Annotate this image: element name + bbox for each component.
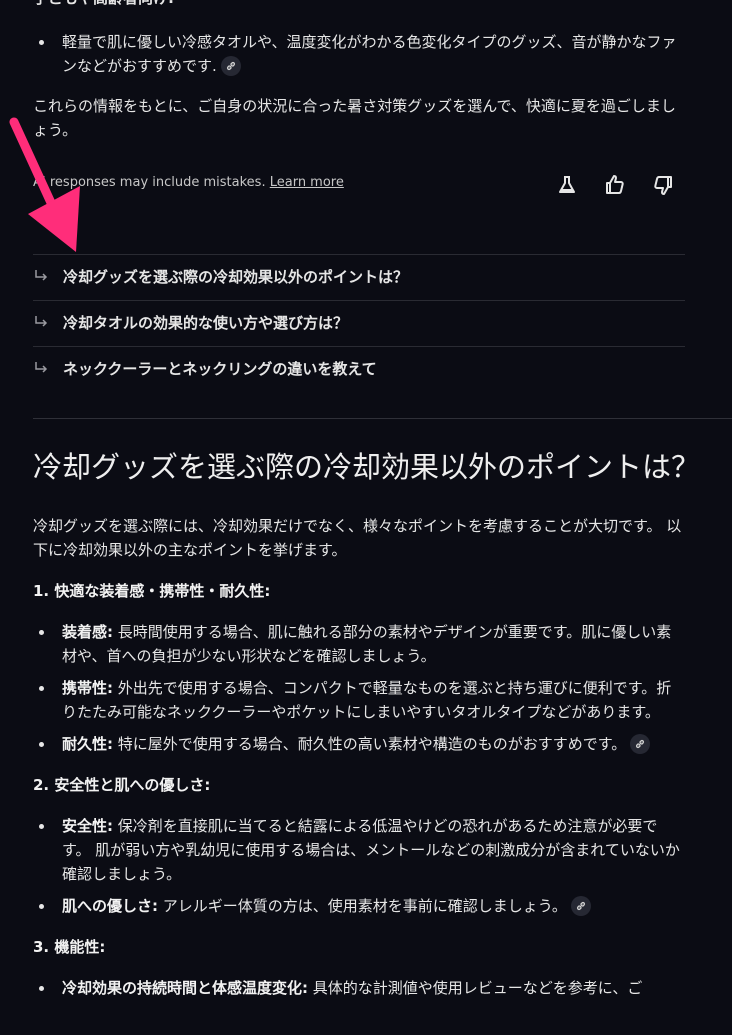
list-item: 安全性: 保冷剤を直接肌に当てると結露による低温やけどの恐れがあるため注意が必要… — [33, 814, 685, 886]
list-item: 携帯性: 外出先で使用する場合、コンパクトで軽量なものを選ぶと持ち運びに便利です… — [33, 676, 685, 724]
thumbs-up-icon[interactable] — [603, 173, 627, 197]
answer-intro: 冷却グッズを選ぶ際には、冷却効果だけでなく、様々なポイントを考慮することが大切で… — [33, 517, 682, 559]
list-item: 肌への優しさ: アレルギー体質の方は、使用素材を事前に確認しましょう。 — [33, 894, 685, 918]
list-item: 耐久性: 特に屋外で使用する場合、耐久性の高い素材や構造のものがおすすめです。 — [33, 732, 685, 756]
partial-heading: 子どもや高齢者向け: — [33, 0, 174, 10]
flask-icon[interactable] — [555, 173, 579, 197]
section-heading: 1. 快適な装着感・携帯性・耐久性: — [33, 582, 271, 600]
list-item: 冷却効果の持続時間と体感温度変化: 具体的な計測値や使用レビューなどを参考に、ご — [33, 976, 685, 1000]
section-heading: 3. 機能性: — [33, 938, 106, 956]
related-question-label: 冷却グッズを選ぶ際の冷却効果以外のポイントは？ — [63, 268, 409, 286]
reply-arrow-icon — [35, 270, 48, 281]
divider — [33, 418, 732, 419]
section-heading: 2. 安全性と肌への優しさ: — [33, 776, 211, 794]
related-question-label: ネッククーラーとネックリングの違いを教えて — [63, 360, 377, 378]
link-icon[interactable] — [630, 733, 651, 754]
answer-body: 冷却グッズを選ぶ際には、冷却効果だけでなく、様々なポイントを考慮することが大切で… — [33, 514, 685, 1000]
reply-arrow-icon — [35, 362, 48, 373]
related-question[interactable]: 冷却タオルの効果的な使い方や選び方は？ — [33, 300, 685, 346]
summary-text: これらの情報をもとに、ご自身の状況に合った暑さ対策グッズを選んで、快適に夏を過ご… — [33, 97, 676, 139]
link-icon[interactable] — [220, 55, 241, 76]
answer-title: 冷却グッズを選ぶ際の冷却効果以外のポイントは？ — [33, 450, 701, 484]
thumbs-down-icon[interactable] — [651, 173, 675, 197]
feedback-row: AI responses may include mistakes. Learn… — [33, 173, 685, 197]
related-question-label: 冷却タオルの効果的な使い方や選び方は？ — [63, 314, 349, 332]
learn-more-link[interactable]: Learn more — [270, 175, 344, 190]
related-question[interactable]: ネッククーラーとネックリングの違いを教えて — [33, 346, 685, 392]
list-item: 装着感: 長時間使用する場合、肌に触れる部分の素材やデザインが重要です。肌に優し… — [33, 620, 685, 668]
related-questions: 冷却グッズを選ぶ際の冷却効果以外のポイントは？ 冷却タオルの効果的な使い方や選び… — [33, 254, 685, 392]
link-icon[interactable] — [570, 895, 591, 916]
disclaimer: AI responses may include mistakes. Learn… — [33, 175, 344, 190]
reply-arrow-icon — [35, 316, 48, 327]
list-item: 軽量で肌に優しい冷感タオルや、温度変化がわかる色変化タイプのグッズ、音が静かなフ… — [33, 30, 685, 78]
related-question[interactable]: 冷却グッズを選ぶ際の冷却効果以外のポイントは？ — [33, 254, 685, 300]
